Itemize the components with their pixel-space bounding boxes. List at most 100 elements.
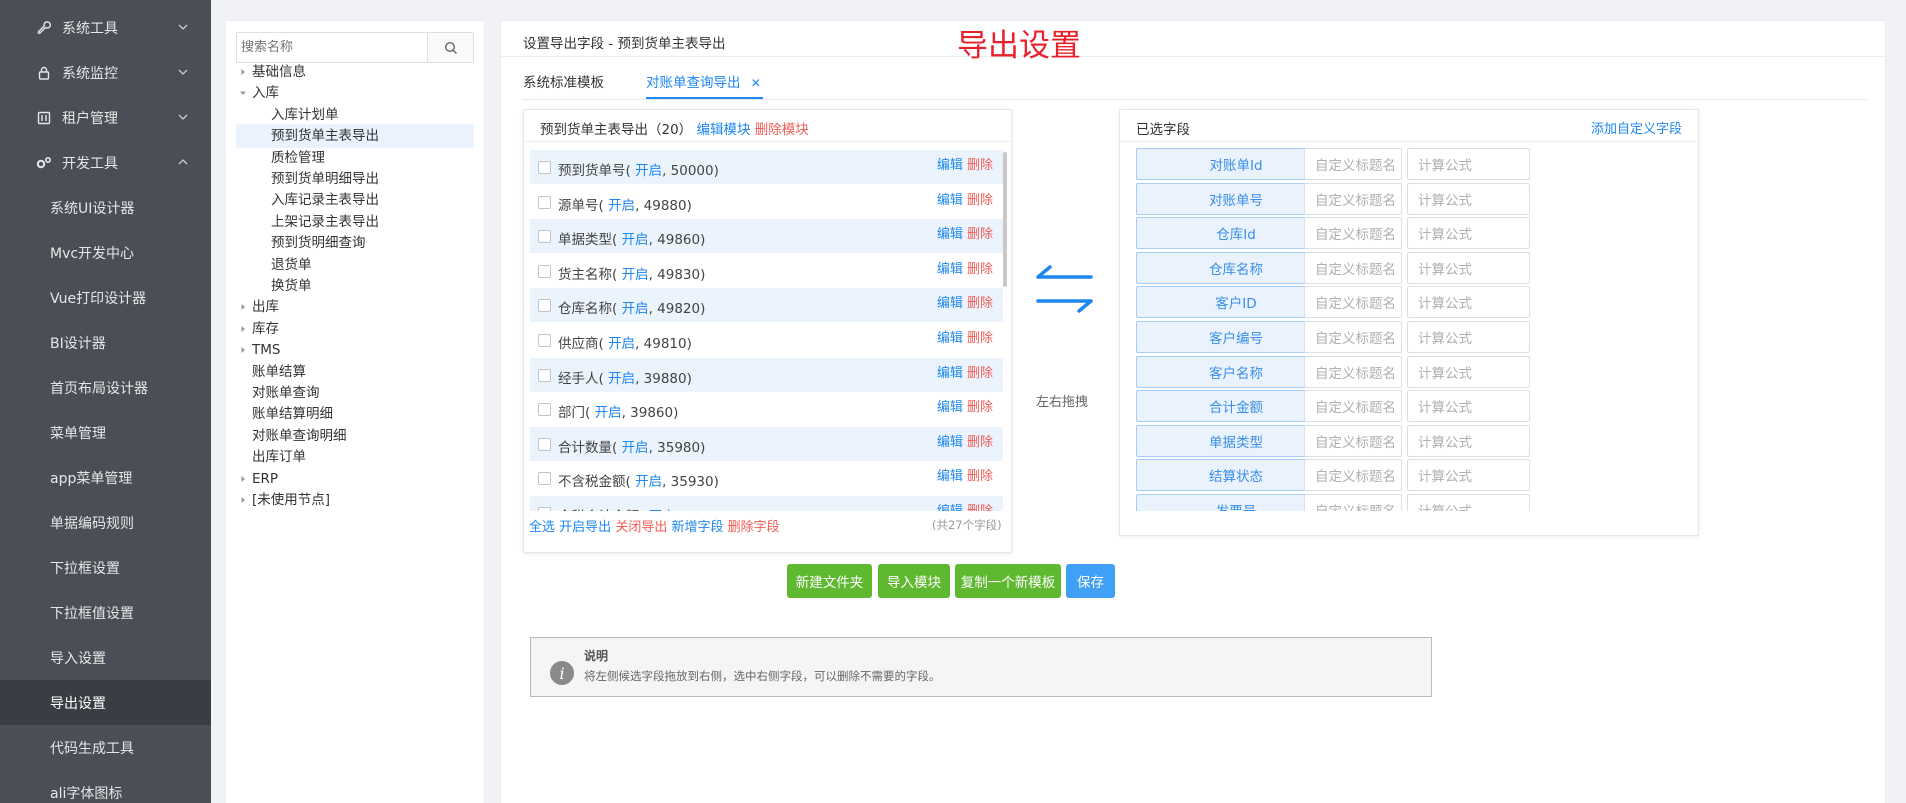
field-row[interactable]: 合计数量( 开启, 35980) 编辑 删除 xyxy=(530,426,1003,461)
delete-module-link[interactable]: 删除模块 xyxy=(755,122,809,138)
tab-standard-template[interactable]: 系统标准模板 xyxy=(523,71,604,91)
import-module-button[interactable]: 导入模块 xyxy=(878,564,950,598)
row-checkbox[interactable] xyxy=(538,403,551,417)
row-edit-link[interactable]: 编辑 xyxy=(937,193,963,208)
row-delete-link[interactable]: 删除 xyxy=(967,262,993,277)
row-checkbox[interactable] xyxy=(538,299,551,313)
row-edit-link[interactable]: 编辑 xyxy=(937,262,963,277)
row-checkbox[interactable] xyxy=(538,368,551,382)
field-row[interactable]: 部门( 开启, 39860) 编辑 删除 xyxy=(530,392,1003,426)
tree-node[interactable]: 换货单 xyxy=(236,274,474,298)
formula-input[interactable]: 计算公式 xyxy=(1407,182,1530,215)
custom-title-input[interactable]: 自定义标题名 xyxy=(1304,494,1402,511)
tree-node[interactable]: 入库 xyxy=(236,81,474,105)
row-edit-link[interactable]: 编辑 xyxy=(937,366,963,381)
formula-input[interactable]: 计算公式 xyxy=(1407,148,1530,180)
custom-title-input[interactable]: 自定义标题名 xyxy=(1304,148,1402,180)
formula-input[interactable]: 计算公式 xyxy=(1407,286,1530,319)
custom-title-input[interactable]: 自定义标题名 xyxy=(1304,286,1402,319)
caret-right-icon[interactable] xyxy=(238,495,248,505)
sidebar-subitem[interactable]: BI设计器 xyxy=(0,320,211,365)
custom-title-input[interactable]: 自定义标题名 xyxy=(1304,321,1402,353)
tree-node[interactable]: [未使用节点] xyxy=(236,488,474,512)
row-checkbox[interactable] xyxy=(538,437,551,451)
row-edit-link[interactable]: 编辑 xyxy=(937,504,963,511)
row-delete-link[interactable]: 删除 xyxy=(967,435,993,450)
formula-input[interactable]: 计算公式 xyxy=(1407,251,1530,284)
tree-node[interactable]: TMS xyxy=(236,338,474,362)
sidebar-subitem[interactable]: Mvc开发中心 xyxy=(0,230,211,275)
tab-statement-export[interactable]: 对账单查询导出 ✕ xyxy=(646,71,763,99)
caret-right-icon[interactable] xyxy=(238,474,248,484)
custom-title-input[interactable]: 自定义标题名 xyxy=(1304,182,1402,215)
search-input[interactable] xyxy=(237,33,427,62)
tree-node[interactable]: 预到货单主表导出 xyxy=(236,124,474,149)
tree-node[interactable]: ERP xyxy=(236,467,474,491)
close-icon[interactable]: ✕ xyxy=(751,76,761,90)
sidebar-item-tenant[interactable]: 租户管理 xyxy=(0,95,211,140)
tree-node[interactable]: 出库 xyxy=(236,295,474,319)
row-edit-link[interactable]: 编辑 xyxy=(937,227,963,242)
sidebar-item-system-monitor[interactable]: 系统监控 xyxy=(0,50,211,95)
sidebar-item-system-tools[interactable]: 系统工具 xyxy=(0,5,211,50)
row-delete-link[interactable]: 删除 xyxy=(967,227,993,242)
tree-node[interactable]: 对账单查询 xyxy=(236,381,474,405)
edit-module-link[interactable]: 编辑模块 xyxy=(696,122,750,138)
caret-down-icon[interactable] xyxy=(238,88,248,98)
row-edit-link[interactable]: 编辑 xyxy=(937,435,963,450)
row-delete-link[interactable]: 删除 xyxy=(967,400,993,415)
formula-input[interactable]: 计算公式 xyxy=(1407,217,1530,250)
field-row[interactable]: 仓库名称( 开启, 49820) 编辑 删除 xyxy=(530,288,1003,323)
add-field-link[interactable]: 新增字段 xyxy=(671,520,723,535)
sidebar-subitem[interactable]: ali字体图标 xyxy=(0,770,211,803)
sidebar-subitem[interactable]: 下拉框值设置 xyxy=(0,590,211,635)
field-row[interactable]: 单据类型( 开启, 49860) 编辑 删除 xyxy=(530,219,1003,254)
row-delete-link[interactable]: 删除 xyxy=(967,504,993,511)
row-checkbox[interactable] xyxy=(538,334,551,347)
row-checkbox[interactable] xyxy=(538,230,551,244)
row-checkbox[interactable] xyxy=(538,507,551,511)
scrollbar[interactable] xyxy=(1003,152,1007,287)
custom-title-input[interactable]: 自定义标题名 xyxy=(1304,459,1402,492)
tree-node[interactable]: 入库计划单 xyxy=(236,103,474,127)
sidebar-subitem-active[interactable]: 导出设置 xyxy=(0,680,211,725)
row-edit-link[interactable]: 编辑 xyxy=(937,158,963,173)
formula-input[interactable]: 计算公式 xyxy=(1407,390,1530,423)
row-edit-link[interactable]: 编辑 xyxy=(937,331,963,346)
formula-input[interactable]: 计算公式 xyxy=(1407,494,1530,511)
formula-input[interactable]: 计算公式 xyxy=(1407,424,1530,457)
sidebar-subitem[interactable]: 代码生成工具 xyxy=(0,725,211,770)
disable-export-link[interactable]: 关闭导出 xyxy=(615,520,667,535)
row-delete-link[interactable]: 删除 xyxy=(967,366,993,381)
custom-title-input[interactable]: 自定义标题名 xyxy=(1304,424,1402,457)
tree-node[interactable]: 基础信息 xyxy=(236,60,474,84)
custom-title-input[interactable]: 自定义标题名 xyxy=(1304,251,1402,284)
row-checkbox[interactable] xyxy=(538,195,551,209)
tree-node[interactable]: 账单结算 xyxy=(236,360,474,384)
sidebar-subitem[interactable]: Vue打印设计器 xyxy=(0,275,211,320)
tree-node[interactable]: 库存 xyxy=(236,317,474,341)
search-button[interactable] xyxy=(427,33,473,62)
field-row[interactable]: 供应商( 开启, 49810) 编辑 删除 xyxy=(530,323,1003,357)
add-custom-field-link[interactable]: 添加自定义字段 xyxy=(1591,118,1682,137)
tree-node[interactable]: 账单结算明细 xyxy=(236,402,474,426)
tree-node[interactable]: 出库订单 xyxy=(236,445,474,469)
formula-input[interactable]: 计算公式 xyxy=(1407,459,1530,492)
row-delete-link[interactable]: 删除 xyxy=(967,296,993,311)
sidebar-subitem[interactable]: 首页布局设计器 xyxy=(0,365,211,410)
tree-node[interactable]: 预到货单明细导出 xyxy=(236,167,474,191)
formula-input[interactable]: 计算公式 xyxy=(1407,355,1530,388)
copy-template-button[interactable]: 复制一个新模板 xyxy=(955,564,1061,598)
row-checkbox[interactable] xyxy=(538,161,551,174)
field-row[interactable]: 预到货单号( 开启, 50000) 编辑 删除 xyxy=(530,150,1003,184)
sidebar-subitem[interactable]: 系统UI设计器 xyxy=(0,185,211,230)
delete-field-link[interactable]: 删除字段 xyxy=(728,520,780,535)
row-checkbox[interactable] xyxy=(538,472,551,486)
new-folder-button[interactable]: 新建文件夹 xyxy=(787,564,872,598)
custom-title-input[interactable]: 自定义标题名 xyxy=(1304,217,1402,250)
caret-right-icon[interactable] xyxy=(238,67,248,77)
custom-title-input[interactable]: 自定义标题名 xyxy=(1304,390,1402,423)
row-checkbox[interactable] xyxy=(538,264,551,278)
row-delete-link[interactable]: 删除 xyxy=(967,193,993,208)
field-row[interactable]: 源单号( 开启, 49880) 编辑 删除 xyxy=(530,185,1003,219)
